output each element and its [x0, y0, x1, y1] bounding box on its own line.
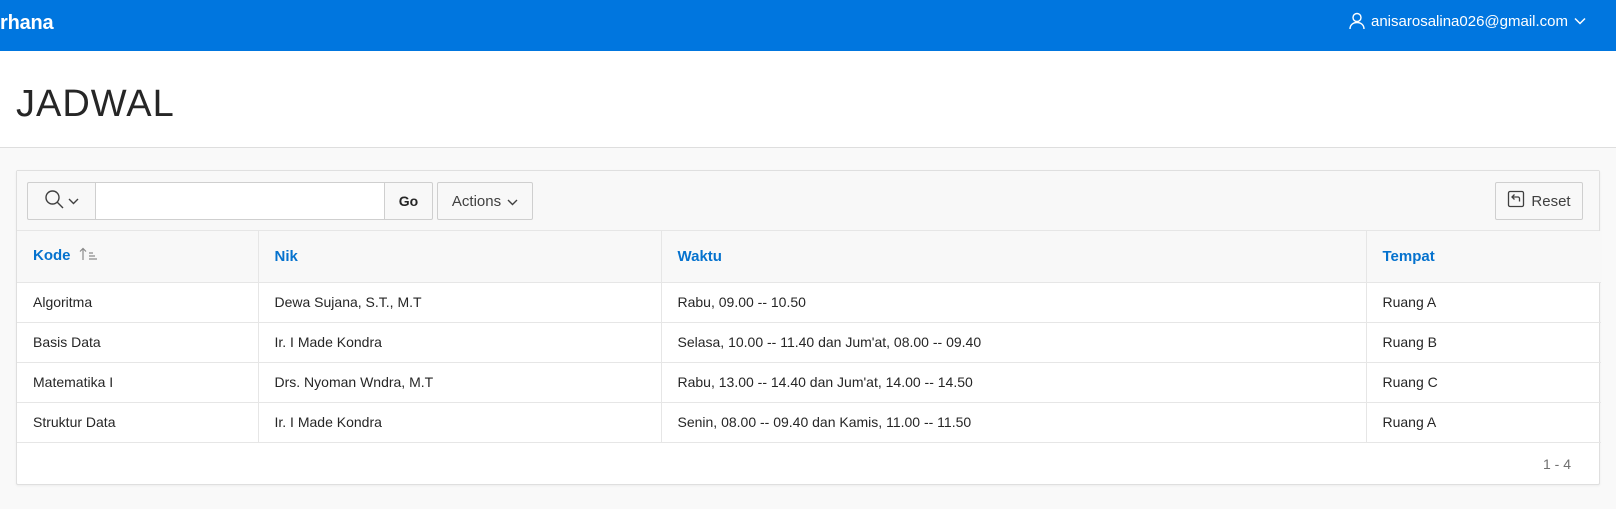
column-header-label: Waktu	[677, 247, 722, 265]
cell-kode: Struktur Data	[17, 402, 259, 443]
pagination-range: 1 - 4	[1542, 456, 1571, 472]
cell-waktu: Senin, 08.00 -- 09.40 dan Kamis, 11.00 -…	[661, 402, 1367, 443]
cell-nik: Drs. Nyoman Wndra, M.T	[258, 362, 662, 403]
table-row: Basis Data Ir. I Made Kondra Selasa, 10.…	[17, 322, 1601, 363]
column-header-tempat[interactable]: Tempat	[1366, 231, 1601, 283]
cell-waktu: Rabu, 13.00 -- 14.40 dan Jum'at, 14.00 -…	[661, 362, 1367, 403]
actions-menu-button[interactable]: Actions	[437, 182, 533, 220]
cell-nik: Ir. I Made Kondra	[258, 322, 662, 363]
actions-label: Actions	[451, 192, 502, 210]
cell-nik: Ir. I Made Kondra	[258, 402, 662, 443]
report-toolbar: Go Actions Reset	[17, 171, 1599, 231]
reset-icon	[1507, 190, 1525, 212]
interactive-report: Go Actions Reset Kode Nik Waktu Tempat A…	[16, 170, 1601, 485]
user-icon	[1349, 12, 1365, 30]
cell-waktu: Rabu, 09.00 -- 10.50	[661, 282, 1367, 323]
sort-ascending-icon	[79, 247, 99, 265]
search-column-button[interactable]	[27, 182, 95, 220]
cell-kode: Algoritma	[17, 282, 259, 323]
top-navigation-bar: rhana anisarosalina026@gmail.com	[0, 0, 1616, 51]
cell-kode: Basis Data	[17, 322, 259, 363]
search-icon	[44, 189, 64, 214]
column-header-waktu[interactable]: Waktu	[661, 231, 1367, 283]
column-header-kode[interactable]: Kode	[17, 231, 259, 283]
chevron-down-icon	[507, 193, 518, 210]
cell-kode: Matematika I	[17, 362, 259, 403]
go-button[interactable]: Go	[385, 182, 433, 220]
user-email: anisarosalina026@gmail.com	[1371, 12, 1568, 30]
cell-waktu: Selasa, 10.00 -- 11.40 dan Jum'at, 08.00…	[661, 322, 1367, 363]
column-header-label: Kode	[33, 247, 71, 265]
column-header-label: Nik	[274, 247, 298, 265]
cell-tempat: Ruang A	[1366, 402, 1601, 443]
report-table: Kode Nik Waktu Tempat Algoritma Dewa Suj…	[17, 231, 1601, 443]
cell-tempat: Ruang C	[1366, 362, 1601, 403]
app-brand[interactable]: rhana	[0, 12, 54, 35]
user-menu[interactable]: anisarosalina026@gmail.com	[1349, 12, 1586, 30]
column-header-label: Tempat	[1382, 247, 1435, 265]
table-row: Struktur Data Ir. I Made Kondra Senin, 0…	[17, 402, 1601, 443]
chevron-down-icon	[1574, 17, 1586, 25]
table-row: Algoritma Dewa Sujana, S.T., M.T Rabu, 0…	[17, 282, 1601, 323]
reset-button[interactable]: Reset	[1495, 182, 1583, 220]
chevron-down-icon	[68, 192, 79, 210]
column-header-nik[interactable]: Nik	[258, 231, 662, 283]
search-input[interactable]	[95, 182, 385, 220]
search-group: Go	[27, 182, 433, 220]
table-row: Matematika I Drs. Nyoman Wndra, M.T Rabu…	[17, 362, 1601, 403]
page-title: JADWAL	[16, 83, 175, 125]
table-header-row: Kode Nik Waktu Tempat	[17, 231, 1601, 283]
reset-label: Reset	[1531, 192, 1571, 210]
title-region: JADWAL	[0, 51, 1616, 148]
cell-tempat: Ruang B	[1366, 322, 1601, 363]
cell-tempat: Ruang A	[1366, 282, 1601, 323]
cell-nik: Dewa Sujana, S.T., M.T	[258, 282, 662, 323]
